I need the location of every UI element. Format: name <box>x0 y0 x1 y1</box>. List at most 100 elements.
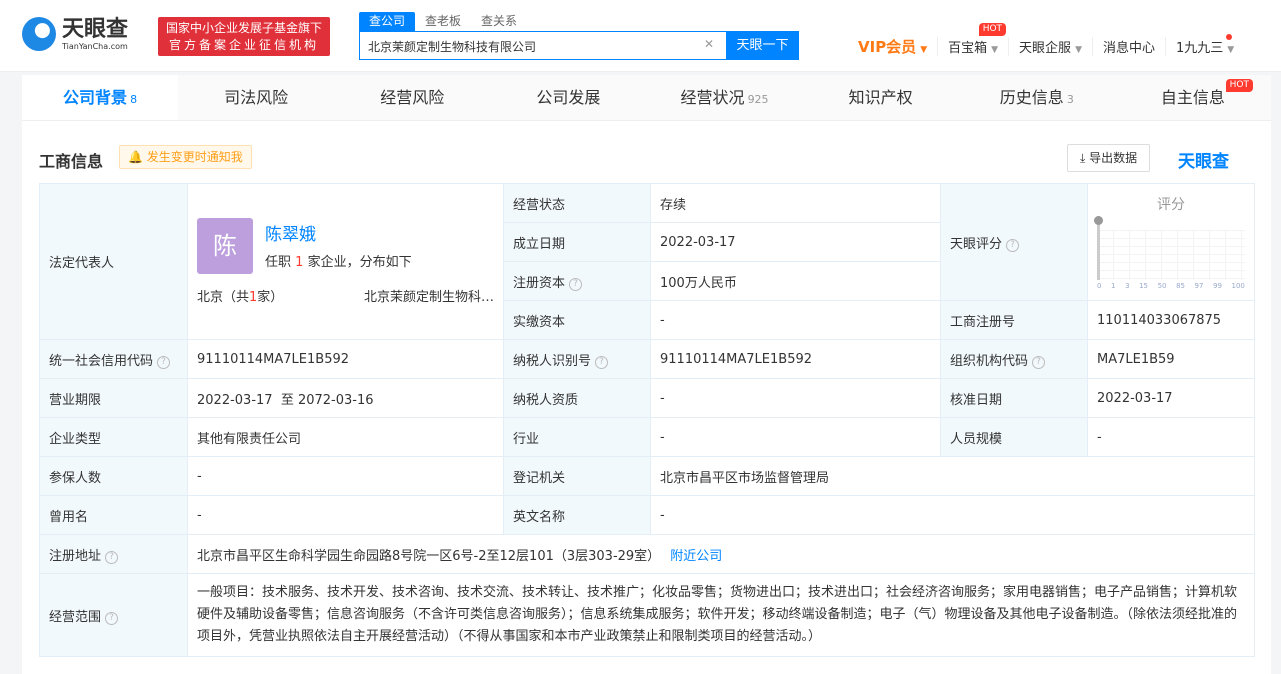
export-button[interactable]: ⤓ 导出数据 <box>1067 144 1151 172</box>
hot-badge: HOT <box>978 23 1007 36</box>
tax-qualification-label: 纳税人资质 <box>503 378 651 418</box>
paid-capital-label: 实缴资本 <box>503 300 651 340</box>
score-grid <box>1094 216 1245 280</box>
tab-operating-risk[interactable]: 经营风险 <box>334 75 490 120</box>
tab-label: 公司发展 <box>536 88 601 107</box>
score-tick: 1 <box>1111 282 1116 290</box>
legal-rep-region: 北京（共1家） <box>197 290 284 305</box>
tab-count: 925 <box>747 93 769 106</box>
score-label: 天眼评分? <box>940 183 1088 301</box>
legal-rep-label: 法定代表人 <box>39 183 188 340</box>
toolbox-label: 百宝箱 <box>948 41 988 56</box>
notify-button[interactable]: 🔔 发生变更时通知我 <box>119 145 252 169</box>
notification-dot <box>1226 34 1233 40</box>
section-title: 工商信息 <box>39 152 104 171</box>
founded-label: 成立日期 <box>503 222 651 262</box>
founded-value: 2022-03-17 <box>650 222 941 262</box>
capital-label: 注册资本? <box>503 261 651 301</box>
main-tabs: 公司背景 8 司法风险 经营风险 公司发展 经营状况 925 知识产权 历史信息 3 … <box>22 75 1271 121</box>
vip-menu[interactable]: VIP会员 ▼ <box>858 36 937 57</box>
service-label: 天眼企服 <box>1019 41 1072 56</box>
industry-label: 行业 <box>503 417 651 457</box>
score-tick: 50 <box>1157 282 1167 290</box>
toolbox-menu[interactable]: HOT 百宝箱 ▼ <box>937 23 1008 56</box>
user-menu[interactable]: 1九九三 ▼ <box>1165 34 1244 56</box>
approve-date-value: 2022-03-17 <box>1087 378 1255 418</box>
help-icon[interactable]: ? <box>1032 355 1046 369</box>
help-icon[interactable]: ? <box>105 550 119 564</box>
tab-count: 3 <box>1066 93 1074 106</box>
search-tab-company[interactable]: 查公司 <box>359 12 416 31</box>
insured-value: - <box>187 456 504 496</box>
credit-code-value: 91110114MA7LE1B592 <box>187 339 504 379</box>
credit-code-label: 统一社会信用代码? <box>39 339 188 379</box>
search-tab-boss[interactable]: 查老板 <box>415 12 471 31</box>
tax-qualification-value: - <box>650 378 941 418</box>
notify-label: 发生变更时通知我 <box>146 150 243 164</box>
logo-text: 天眼查 <box>62 16 129 42</box>
help-icon[interactable]: ? <box>595 355 609 369</box>
score-tick: 99 <box>1213 282 1222 290</box>
tab-label: 自主信息 <box>1160 88 1225 107</box>
legal-rep-cell: 陈 陈翠娥 任职 1 家企业，分布如下 北京（共1家） 北京茉颜定制生物科… <box>187 183 504 340</box>
score-tick: 97 <box>1194 282 1204 290</box>
org-code-label: 组织机构代码? <box>940 339 1088 379</box>
reg-no-label: 工商注册号 <box>940 300 1088 340</box>
address-cell: 北京市昌平区生命科学园生命园路8号院一区6号-2至12层101（3层303-29… <box>187 534 1255 574</box>
tab-history[interactable]: 历史信息 3 <box>959 75 1115 120</box>
tab-label: 历史信息 <box>999 88 1064 107</box>
logo[interactable]: 天眼查 TianYanCha.com <box>22 17 128 51</box>
status-value: 存续 <box>650 183 941 223</box>
messages-label: 消息中心 <box>1102 41 1155 56</box>
vip-label: VIP会员 <box>858 38 917 56</box>
search-input[interactable]: 北京茉颜定制生物科技有限公司 <box>368 38 536 55</box>
legal-rep-company[interactable]: 北京茉颜定制生物科… <box>364 286 494 305</box>
tab-judicial-risk[interactable]: 司法风险 <box>178 75 334 120</box>
scope-label: 经营范围? <box>39 573 188 657</box>
help-icon[interactable]: ? <box>105 611 119 625</box>
search-tab-relation[interactable]: 查关系 <box>471 12 527 31</box>
hot-badge: HOT <box>1225 79 1253 92</box>
messages-link[interactable]: 消息中心 <box>1091 37 1165 56</box>
logo-icon <box>22 17 56 51</box>
score-title: 评分 <box>1157 197 1185 213</box>
score-chart: 评分 0 1 3 15 50 85 97 99 100 <box>1087 183 1255 301</box>
tianyancha-watermark: 天眼查 <box>1178 152 1229 172</box>
staff-size-label: 人员规模 <box>940 417 1088 457</box>
search-button[interactable]: 天眼一下 <box>726 31 799 60</box>
help-icon[interactable]: ? <box>569 277 583 291</box>
clear-icon[interactable]: ✕ <box>704 37 714 51</box>
score-tick: 3 <box>1125 282 1130 290</box>
nearby-companies-link[interactable]: 附近公司 <box>670 549 722 564</box>
tab-operations[interactable]: 经营状况 925 <box>647 75 803 120</box>
bell-icon: 🔔 <box>128 150 143 164</box>
chevron-down-icon: ▼ <box>1227 45 1235 55</box>
help-icon[interactable]: ? <box>157 355 171 369</box>
industry-value: - <box>650 417 941 457</box>
tab-self-info[interactable]: 自主信息 HOT <box>1115 75 1271 120</box>
former-name-label: 曾用名 <box>39 495 188 535</box>
service-menu[interactable]: 天眼企服 ▼ <box>1008 37 1092 56</box>
tab-label: 司法风险 <box>224 88 289 107</box>
tab-development[interactable]: 公司发展 <box>490 75 646 120</box>
export-label: 导出数据 <box>1089 151 1138 165</box>
official-badge: 国家中小企业发展子基金旗下 官方备案企业征信机构 <box>158 17 330 56</box>
help-icon[interactable]: ? <box>1006 238 1020 252</box>
user-name: 1九九三 <box>1176 41 1224 56</box>
download-icon: ⤓ <box>1080 151 1086 165</box>
authority-value: 北京市昌平区市场监督管理局 <box>650 456 1255 496</box>
insured-label: 参保人数 <box>39 456 188 496</box>
term-label: 营业期限 <box>39 378 188 418</box>
scope-value: 一般项目：技术服务、技术开发、技术咨询、技术交流、技术转让、技术推广；化妆品零售… <box>187 573 1255 657</box>
tax-id-label: 纳税人识别号? <box>503 339 651 379</box>
chevron-down-icon: ▼ <box>1075 45 1082 55</box>
type-value: 其他有限责任公司 <box>187 417 504 457</box>
tab-ip[interactable]: 知识产权 <box>803 75 959 120</box>
tab-label: 经营风险 <box>380 88 445 107</box>
score-tick: 100 <box>1231 282 1245 290</box>
legal-rep-name[interactable]: 陈翠娥 <box>265 218 494 245</box>
tab-background[interactable]: 公司背景 8 <box>22 75 179 120</box>
tab-label: 知识产权 <box>848 88 913 107</box>
authority-label: 登记机关 <box>503 456 651 496</box>
capital-value: 100万人民币 <box>650 261 941 301</box>
